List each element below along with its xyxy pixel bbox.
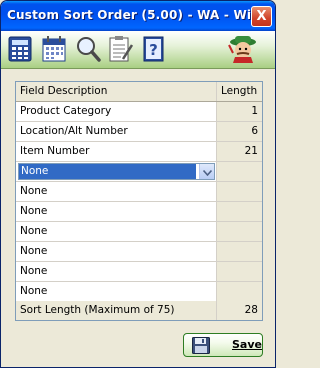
help-book-icon[interactable]: ? — [141, 35, 167, 63]
column-header-field-description[interactable]: Field Description — [16, 82, 217, 101]
save-button-label: Save — [232, 338, 262, 351]
field-description-cell[interactable]: None — [16, 282, 217, 301]
length-cell — [217, 262, 262, 281]
table-row[interactable]: Product Category 1 — [16, 102, 262, 122]
table-row-active[interactable]: None — [16, 162, 262, 182]
field-description-cell: None — [16, 162, 217, 181]
field-description-cell[interactable]: Item Number — [16, 142, 217, 161]
field-description-cell[interactable]: None — [16, 242, 217, 261]
field-description-cell[interactable]: None — [16, 262, 217, 281]
field-description-cell[interactable]: Location/Alt Number — [16, 122, 217, 141]
calendar-icon[interactable] — [41, 35, 67, 63]
length-cell — [217, 162, 262, 181]
svg-text:?: ? — [149, 41, 158, 59]
toolbar: ? — [1, 31, 275, 69]
table-row[interactable]: None — [16, 282, 262, 302]
sort-order-grid: Field Description Length Product Categor… — [15, 81, 263, 321]
chevron-down-icon[interactable] — [199, 164, 214, 179]
table-row[interactable]: None — [16, 222, 262, 242]
floppy-disk-icon — [192, 337, 210, 354]
field-description-cell[interactable]: None — [16, 202, 217, 221]
grid-header-row: Field Description Length — [16, 82, 262, 102]
dropdown-selected-value[interactable]: None — [19, 164, 196, 179]
title-bar[interactable]: Custom Sort Order (5.00) - WA - Wi... X — [1, 1, 275, 31]
length-cell: 21 — [217, 142, 262, 161]
length-cell — [217, 182, 262, 201]
calculator-icon[interactable] — [7, 35, 33, 63]
mascot-icon — [225, 33, 261, 67]
magnifier-icon[interactable] — [75, 35, 101, 63]
table-row[interactable]: None — [16, 242, 262, 262]
field-description-cell[interactable]: None — [16, 222, 217, 241]
column-header-length[interactable]: Length — [217, 82, 262, 101]
field-description-cell[interactable]: None — [16, 182, 217, 201]
field-description-cell[interactable]: Product Category — [16, 102, 217, 121]
length-cell: 6 — [217, 122, 262, 141]
table-row[interactable]: None — [16, 182, 262, 202]
save-button[interactable]: Save — [183, 333, 263, 357]
length-cell — [217, 202, 262, 221]
field-description-dropdown[interactable]: None — [18, 163, 215, 180]
window-title: Custom Sort Order (5.00) - WA - Wi... — [7, 8, 266, 22]
length-cell — [217, 282, 262, 301]
length-cell: 1 — [217, 102, 262, 121]
length-cell — [217, 242, 262, 261]
close-button[interactable]: X — [251, 6, 272, 27]
checklist-icon[interactable] — [107, 35, 133, 63]
table-row[interactable]: Location/Alt Number 6 — [16, 122, 262, 142]
sort-length-footer-row: Sort Length (Maximum of 75) 28 — [16, 301, 262, 321]
table-row[interactable]: None — [16, 262, 262, 282]
table-row[interactable]: None — [16, 202, 262, 222]
sort-length-label: Sort Length (Maximum of 75) — [16, 301, 217, 320]
table-row[interactable]: Item Number 21 — [16, 142, 262, 162]
sort-length-value: 28 — [217, 301, 262, 320]
custom-sort-order-window: Custom Sort Order (5.00) - WA - Wi... X — [0, 0, 276, 368]
length-cell — [217, 222, 262, 241]
